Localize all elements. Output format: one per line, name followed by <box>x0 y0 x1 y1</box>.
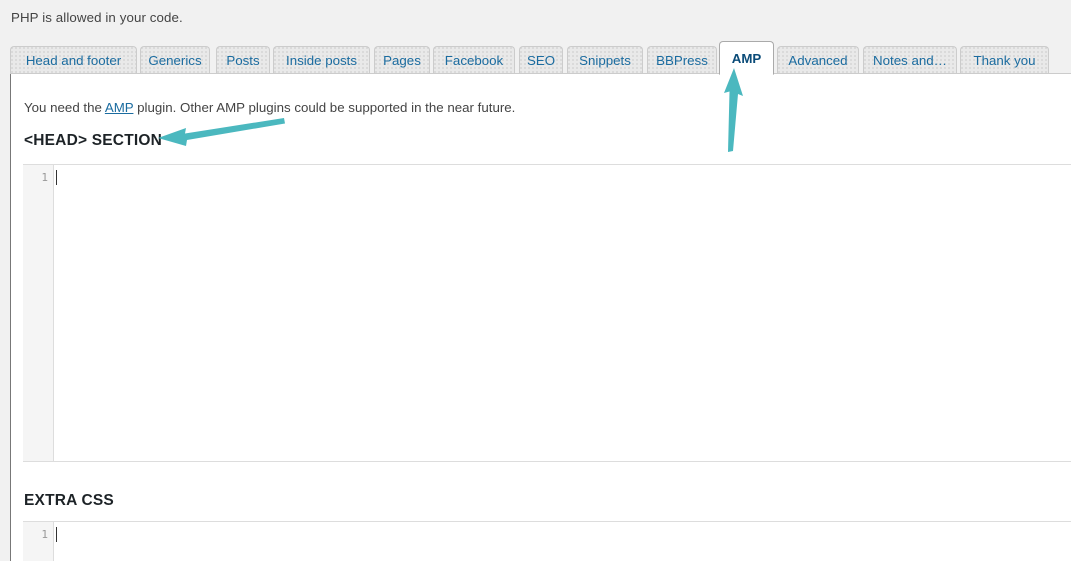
php-allowed-notice: PHP is allowed in your code. <box>11 10 183 25</box>
tab-generics[interactable]: Generics <box>140 46 210 75</box>
tab-thank-you[interactable]: Thank you <box>960 46 1049 75</box>
css-editor-text-area[interactable] <box>55 522 1071 561</box>
css-editor-gutter: 1 <box>23 522 54 561</box>
head-editor-gutter: 1 <box>23 165 54 461</box>
settings-page: PHP is allowed in your code. Head and fo… <box>0 0 1071 561</box>
tab-notes-and[interactable]: Notes and… <box>863 46 957 75</box>
tab-seo[interactable]: SEO <box>519 46 563 75</box>
tab-inside-posts[interactable]: Inside posts <box>273 46 370 75</box>
head-section-code-editor[interactable]: 1 <box>23 164 1071 462</box>
head-editor-caret <box>56 170 57 185</box>
top-notice-strip: PHP is allowed in your code. <box>0 0 1071 41</box>
tab-head-and-footer[interactable]: Head and footer <box>10 46 137 75</box>
head-editor-text-area[interactable] <box>55 165 1071 461</box>
css-editor-line-number: 1 <box>41 528 48 541</box>
tab-posts[interactable]: Posts <box>216 46 270 75</box>
tab-bbpress[interactable]: BBPress <box>647 46 717 75</box>
tab-content-inner: You need the AMP plugin. Other AMP plugi… <box>11 74 1071 561</box>
tab-snippets[interactable]: Snippets <box>567 46 643 75</box>
settings-tab-bar: Head and footer Generics Posts Inside posts… <box>0 41 1071 75</box>
head-editor-line-number: 1 <box>41 171 48 184</box>
amp-plugin-notice: You need the AMP plugin. Other AMP plugi… <box>24 99 515 117</box>
amp-notice-prefix: You need the <box>24 100 105 115</box>
amp-notice-suffix: plugin. Other AMP plugins could be suppo… <box>133 100 516 115</box>
tab-facebook[interactable]: Facebook <box>433 46 515 75</box>
amp-plugin-link[interactable]: AMP <box>105 100 134 115</box>
extra-css-heading: EXTRA CSS <box>24 492 114 509</box>
head-section-heading: <HEAD> SECTION <box>24 132 163 149</box>
tab-amp[interactable]: AMP <box>719 41 774 75</box>
extra-css-code-editor[interactable]: 1 <box>23 521 1071 561</box>
tab-pages[interactable]: Pages <box>374 46 430 75</box>
tab-content-panel: You need the AMP plugin. Other AMP plugi… <box>10 74 1071 561</box>
tab-advanced[interactable]: Advanced <box>777 46 859 75</box>
css-editor-caret <box>56 527 57 542</box>
